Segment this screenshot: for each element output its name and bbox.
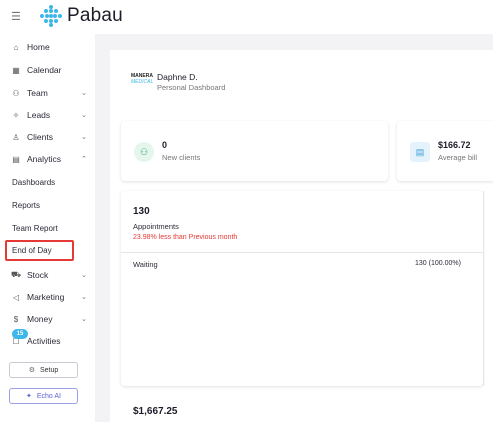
chevron-down-icon: ⌄ [81,272,87,279]
appointments-label: Appointments [133,222,179,231]
money-icon: $ [13,314,19,324]
revenue-value: $1,667.25 [133,406,178,417]
sidebar-item-label: Stock [27,270,49,280]
setup-label: Setup [39,366,59,374]
chevron-down-icon: ⌄ [81,134,87,141]
chevron-down-icon: ⌄ [81,90,87,97]
sidebar-item-team[interactable]: ⚇ Team ⌄ [0,82,95,104]
sidebar-item-label: Leads [27,110,51,120]
clients-icon: ⚇ [134,142,154,162]
sidebar-item-clients[interactable]: ♙ Clients ⌄ [0,126,95,148]
chevron-down-icon: ⌄ [81,294,87,301]
sidebar-item-label: Home [27,42,50,52]
status-label: Waiting [133,260,158,269]
echo-ai-label: Echo AI [36,392,61,400]
divider [121,252,483,253]
status-value: 130 (100.00%) [415,260,461,267]
appointments-change: 23.98% less than Previous month [133,234,238,241]
bill-icon: ▤ [410,142,430,162]
hamburger-menu-icon[interactable]: ☰ [11,10,21,23]
calendar-icon: ▦ [12,65,20,75]
appointments-count: 130 [133,206,150,217]
stat-value: $166.72 [438,140,471,150]
end-of-day-highlight [5,240,74,261]
chevron-down-icon: ⌄ [81,316,87,323]
home-icon: ⌂ [13,42,19,52]
sidebar-item-label: Marketing [27,292,65,302]
sidebar-subitem-reports[interactable]: Reports [12,201,40,210]
gear-icon: ⚙ [28,367,35,374]
sidebar-subitem-team-report[interactable]: Team Report [12,224,58,233]
marketing-icon: ◁ [12,292,20,302]
brand-logo[interactable]: Pabau [40,5,123,27]
sidebar-item-label: Team [27,88,48,98]
brand-name: Pabau [67,5,123,26]
sidebar-item-label: Calendar [27,65,62,75]
sidebar-item-marketing[interactable]: ◁ Marketing ⌄ [0,286,95,308]
stat-label: New clients [162,153,201,162]
sidebar-item-label: Analytics [27,154,62,164]
stat-card-new-clients[interactable] [121,121,388,181]
sidebar-item-label: Clients [27,132,53,142]
sidebar-item-money[interactable]: $ Money ⌄ [0,308,95,330]
sidebar-item-calendar[interactable]: ▦ Calendar [0,59,95,81]
chevron-up-icon: ⌃ [81,156,87,163]
stat-value: 0 [162,140,168,150]
sidebar-item-home[interactable]: ⌂ Home [0,36,95,58]
top-bar: ☰ Pabau [0,0,493,34]
sparkle-icon: ✦ [25,393,32,400]
sidebar-item-label: Money [27,314,53,324]
user-name: Daphne D. [157,72,198,82]
appointments-card[interactable] [121,191,483,386]
analytics-icon: ▤ [12,154,20,164]
clients-icon: ♙ [12,132,20,142]
card-separator [483,191,484,386]
setup-button[interactable]: ⚙ Setup [9,362,78,378]
stock-icon: ⛟ [11,270,22,279]
sidebar-item-leads[interactable]: ✧ Leads ⌄ [0,104,95,126]
dashboard-subtitle: Personal Dashboard [157,83,226,92]
echo-ai-button[interactable]: ✦ Echo AI [9,388,78,404]
clinic-logo: MANERA MEDICAL [131,73,154,85]
team-icon: ⚇ [12,88,20,98]
sidebar-item-stock[interactable]: ⛟ Stock ⌄ [0,264,95,286]
sidebar-item-label: Activities [27,336,61,346]
pabau-logo-icon [40,5,62,27]
activities-badge: 15 [12,329,28,339]
chevron-down-icon: ⌄ [81,112,87,119]
leads-icon: ✧ [12,110,20,120]
sidebar-subitem-dashboards[interactable]: Dashboards [12,178,55,187]
stat-label: Average bill [438,153,478,162]
sidebar-item-analytics[interactable]: ▤ Analytics ⌃ [0,148,95,170]
